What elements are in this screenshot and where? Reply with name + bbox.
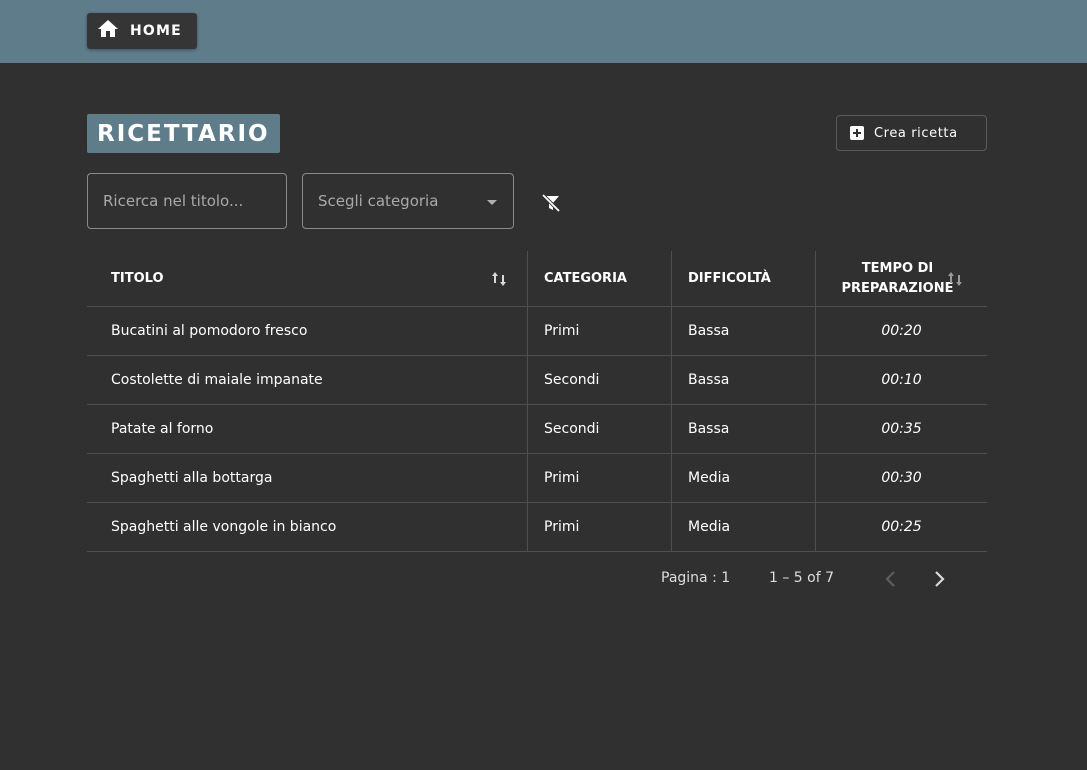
column-header-category-label: CATEGORIA xyxy=(544,271,627,286)
table-row[interactable]: Costolette di maiale impanate Secondi Ba… xyxy=(87,356,987,405)
chevron-right-icon[interactable] xyxy=(929,568,949,590)
category-select[interactable]: Scegli categoria xyxy=(302,173,514,229)
create-recipe-button[interactable]: Crea ricetta xyxy=(836,115,987,151)
home-button[interactable]: HOME xyxy=(87,13,197,49)
recipe-category-cell: Primi xyxy=(527,454,671,502)
home-label: HOME xyxy=(130,23,182,39)
recipe-category-cell: Secondi xyxy=(527,356,671,404)
table-row[interactable]: Spaghetti alle vongole in bianco Primi M… xyxy=(87,503,987,552)
recipe-time-cell: 00:20 xyxy=(815,307,987,355)
recipe-difficulty-cell: Media xyxy=(671,503,815,551)
recipe-time-cell: 00:10 xyxy=(815,356,987,404)
table-row[interactable]: Spaghetti alla bottarga Primi Media 00:3… xyxy=(87,454,987,503)
recipe-category-cell: Secondi xyxy=(527,405,671,453)
column-header-difficulty-label: DIFFICOLTÀ xyxy=(688,271,771,286)
recipe-title-cell: Spaghetti alle vongole in bianco xyxy=(111,519,337,535)
page-range-label: 1 – 5 of 7 xyxy=(769,570,835,586)
search-input[interactable] xyxy=(87,173,287,229)
page-title: RICETTARIO xyxy=(87,114,280,153)
add-box-icon xyxy=(850,126,864,140)
column-header-prep-time-label: TEMPO DI PREPARAZIONE xyxy=(841,260,954,296)
sort-icon[interactable] xyxy=(491,270,507,288)
recipe-time-cell: 00:30 xyxy=(815,454,987,502)
page-number-label: Pagina : 1 xyxy=(661,570,731,586)
recipe-title-cell: Costolette di maiale impanate xyxy=(111,372,323,388)
create-recipe-label: Crea ricetta xyxy=(874,125,958,141)
filter-off-icon xyxy=(537,193,565,221)
recipe-title-cell: Bucatini al pomodoro fresco xyxy=(111,323,308,339)
recipe-difficulty-cell: Media xyxy=(671,454,815,502)
recipe-title-cell: Patate al forno xyxy=(111,421,214,437)
column-header-title-label: TITOLO xyxy=(111,271,164,286)
recipe-title-cell: Spaghetti alla bottarga xyxy=(111,470,273,486)
recipe-category-cell: Primi xyxy=(527,307,671,355)
recipe-category-cell: Primi xyxy=(527,503,671,551)
recipe-time-cell: 00:25 xyxy=(815,503,987,551)
table-row[interactable]: Patate al forno Secondi Bassa 00:35 xyxy=(87,405,987,454)
column-header-category: CATEGORIA xyxy=(527,251,671,306)
home-icon xyxy=(96,17,120,45)
table-row[interactable]: Bucatini al pomodoro fresco Primi Bassa … xyxy=(87,307,987,356)
recipe-difficulty-cell: Bassa xyxy=(671,405,815,453)
column-header-difficulty: DIFFICOLTÀ xyxy=(671,251,815,306)
top-bar: HOME xyxy=(0,0,1087,63)
table-header-row: TITOLO CATEGORIA DIFFICOLTÀ TEMPO DI PRE… xyxy=(87,251,987,307)
chevron-left-icon[interactable] xyxy=(881,568,901,590)
clear-filter-button[interactable] xyxy=(537,189,565,217)
category-select-placeholder: Scegli categoria xyxy=(318,192,439,210)
sort-icon[interactable] xyxy=(947,270,963,288)
pagination: Pagina : 1 1 – 5 of 7 xyxy=(0,566,1087,592)
caret-down-icon xyxy=(487,200,497,205)
recipes-table: TITOLO CATEGORIA DIFFICOLTÀ TEMPO DI PRE… xyxy=(87,251,987,552)
column-header-title[interactable]: TITOLO xyxy=(87,251,527,306)
column-header-prep-time[interactable]: TEMPO DI PREPARAZIONE xyxy=(815,251,987,306)
recipe-difficulty-cell: Bassa xyxy=(671,356,815,404)
recipe-difficulty-cell: Bassa xyxy=(671,307,815,355)
recipe-time-cell: 00:35 xyxy=(815,405,987,453)
